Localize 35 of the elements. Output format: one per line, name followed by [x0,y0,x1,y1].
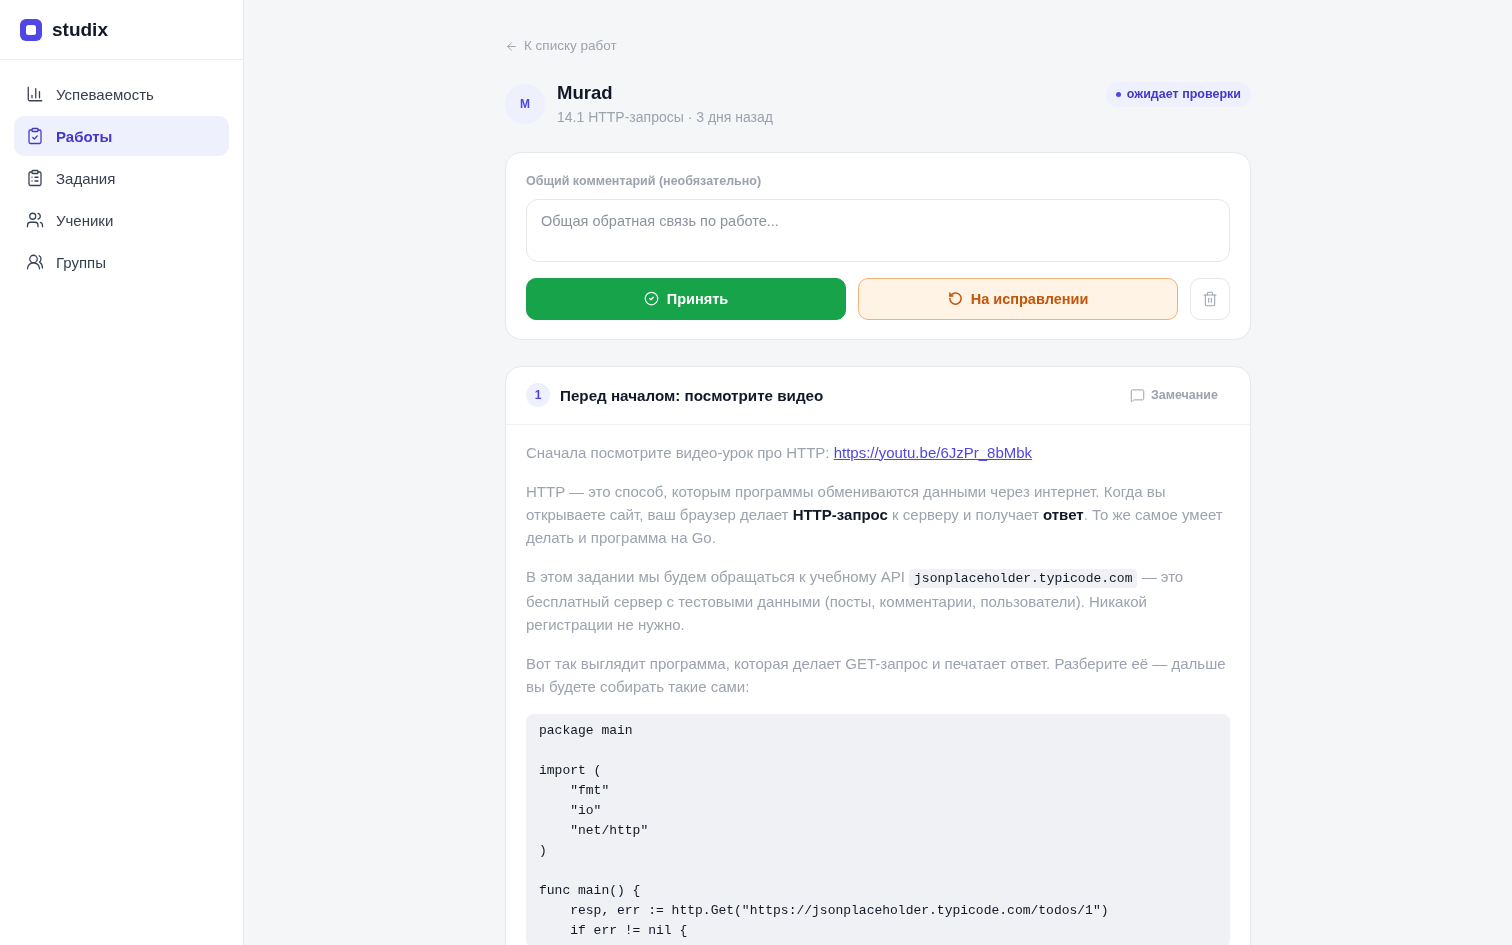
task-paragraph: В этом задании мы будем обращаться к учебному API jsonplaceholder.typicode.com — это бесплатный сервер с тестовыми данными (посты, комментарии, пользователи). Никакой регистрации не нужно. [526,566,1185,635]
submission-meta: 14.1 HTTP-запросы · 3 дня назад [557,107,773,127]
task-title: Перед началом: посмотрите видео [560,386,824,404]
avatar: M [505,84,545,124]
users-icon [26,211,44,229]
logo-icon [20,18,42,41]
task-paragraph: HTTP — это способ, которым программы обмениваются данными через интернет. Когда вы открываете сайт, ваш браузер делает HTTP-запрос к серверу и получает ответ. То же самое умеет делать и программа на Go. [526,481,1224,548]
task-number: 1 [526,383,550,407]
nav-item[interactable]: Ученики [14,200,229,240]
bar-chart-icon [26,85,44,103]
task-paragraph: Вот так выглядит программа, которая делает GET-запрос и печатает ответ. Разберите её — дальше вы будете собирать такие сами: [526,653,1227,697]
nav-item[interactable]: Задания [14,158,229,198]
code-block: package main import ( "fmt" "io" "net/http" ) func main() { resp, err := http.Get("https://jsonplaceholder.typicode.com/todos/1") if err != nil { [526,713,1230,945]
delete-button[interactable] [1190,277,1230,320]
task-paragraph: Сначала посмотрите видео-урок про HTTP: https://youtu.be/6JzPr_8bMbk [526,442,1034,463]
video-link[interactable]: https://youtu.be/6JzPr_8bMbk [833,443,1033,461]
logo-text: studix [52,18,108,41]
nav-item[interactable]: Успеваемость [14,74,229,114]
clipboard-list-icon [26,169,44,187]
clipboard-check-icon [26,127,44,145]
trash-icon [1202,290,1218,307]
status-text: ожидает проверки [1126,87,1241,101]
arrow-left-icon [505,39,518,53]
check-circle-icon [643,291,659,306]
revise-button[interactable]: На исправлении [858,277,1178,320]
nav-item[interactable]: Группы [14,242,229,282]
users-icon [26,253,44,271]
status-dot-icon [1115,91,1121,97]
comment-field[interactable]: Общая обратная связь по работе... [526,198,1230,262]
rotate-icon [947,291,963,306]
nav-item[interactable]: Работы [14,116,229,156]
comment-label: Общий комментарий (необязательно) [526,172,763,189]
inline-code: jsonplaceholder.typicode.com [909,568,1138,588]
comment-icon [1129,387,1145,403]
student-name: Murad [557,81,614,104]
